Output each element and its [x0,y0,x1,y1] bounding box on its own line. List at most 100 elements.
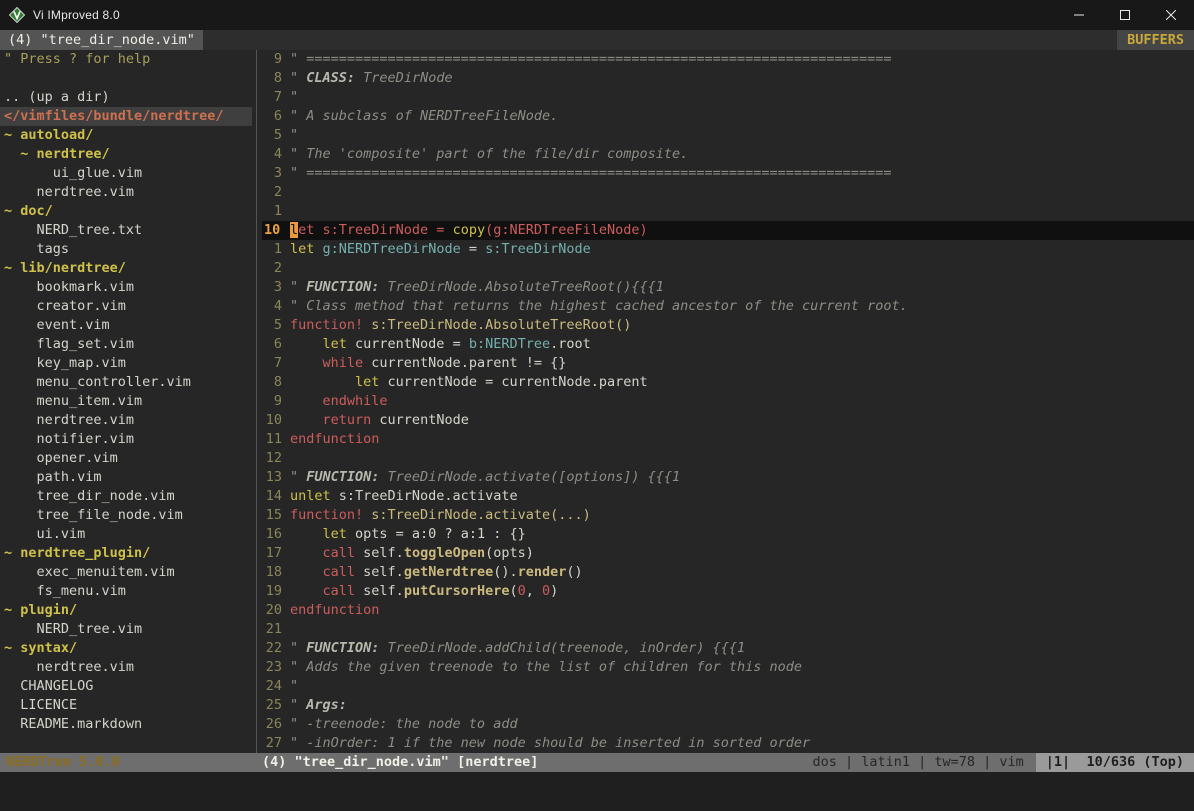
code-line[interactable]: 7" [262,88,1194,107]
code-line[interactable]: 19 call self.putCursorHere(0, 0) [262,582,1194,601]
nerdtree-file-item[interactable]: tags [0,240,252,259]
code-line[interactable]: 9" =====================================… [262,50,1194,69]
nerdtree-file-item[interactable]: menu_controller.vim [0,373,252,392]
code-line[interactable]: 11endfunction [262,430,1194,449]
line-number: 20 [262,601,290,620]
nerdtree-file-item[interactable]: exec_menuitem.vim [0,563,252,582]
nerdtree-file-item[interactable]: nerdtree.vim [0,183,252,202]
code-line[interactable]: 12 [262,449,1194,468]
code-line[interactable]: 20endfunction [262,601,1194,620]
nerdtree-up-item[interactable]: .. (up a dir) [0,88,252,107]
code-text: endfunction [290,601,1194,620]
nerdtree-file-item[interactable]: ui_glue.vim [0,164,252,183]
code-line[interactable]: 8" CLASS: TreeDirNode [262,69,1194,88]
code-text: " [290,126,1194,145]
code-line-current[interactable]: 10let s:TreeDirNode = copy(g:NERDTreeFil… [262,221,1194,240]
nerdtree-file-item[interactable]: notifier.vim [0,430,252,449]
code-line[interactable]: 6" A subclass of NERDTreeFileNode. [262,107,1194,126]
nerdtree-file-item[interactable]: bookmark.vim [0,278,252,297]
code-text [290,620,1194,639]
nerdtree-file-item[interactable]: CHANGELOG [0,677,252,696]
line-number: 10 [262,411,290,430]
line-number: 3 [262,164,290,183]
nerdtree-dir-item[interactable]: ~ lib/nerdtree/ [0,259,252,278]
code-line[interactable]: 22" FUNCTION: TreeDirNode.addChild(treen… [262,639,1194,658]
code-line[interactable]: 6 let currentNode = b:NERDTree.root [262,335,1194,354]
code-line[interactable]: 25" Args: [262,696,1194,715]
nerdtree-file-item[interactable]: flag_set.vim [0,335,252,354]
nerdtree-file-item[interactable]: NERD_tree.txt [0,221,252,240]
code-line[interactable]: 14unlet s:TreeDirNode.activate [262,487,1194,506]
minimize-button[interactable] [1056,0,1102,30]
nerdtree-file-item[interactable]: fs_menu.vim [0,582,252,601]
nerdtree-file-item[interactable]: tree_file_node.vim [0,506,252,525]
nerdtree-dir-item[interactable]: ~ syntax/ [0,639,252,658]
statusline-window-number: |1| [1046,754,1070,770]
line-number: 5 [262,316,290,335]
code-line[interactable]: 9 endwhile [262,392,1194,411]
nerdtree-file-item[interactable]: README.markdown [0,715,252,734]
code-text: let g:NERDTreeDirNode = s:TreeDirNode [290,240,1194,259]
nerdtree-file-item[interactable]: creator.vim [0,297,252,316]
code-line[interactable]: 21 [262,620,1194,639]
nerdtree-dir-item[interactable]: ~ nerdtree/ [0,145,252,164]
nerdtree-root-path[interactable]: </vimfiles/bundle/nerdtree/ [0,107,252,126]
code-line[interactable]: 1 [262,202,1194,221]
minimize-icon [1074,10,1084,20]
code-text: " FUNCTION: TreeDirNode.AbsoluteTreeRoot… [290,278,1194,297]
nerdtree-file-item[interactable]: key_map.vim [0,354,252,373]
code-line[interactable]: 2 [262,183,1194,202]
line-number: 1 [262,202,290,221]
nerdtree-file-item[interactable]: menu_item.vim [0,392,252,411]
line-number: 22 [262,639,290,658]
line-number: 9 [262,392,290,411]
nerdtree-file-item[interactable]: nerdtree.vim [0,658,252,677]
command-line[interactable] [0,772,1194,811]
code-line[interactable]: 23" Adds the given treenode to the list … [262,658,1194,677]
close-button[interactable] [1148,0,1194,30]
nerdtree-file-item[interactable]: ui.vim [0,525,252,544]
code-line[interactable]: 26" -treenode: the node to add [262,715,1194,734]
nerdtree-file-item[interactable]: tree_dir_node.vim [0,487,252,506]
code-line[interactable]: 3" =====================================… [262,164,1194,183]
code-line[interactable]: 4" Class method that returns the highest… [262,297,1194,316]
code-line[interactable]: 13" FUNCTION: TreeDirNode.activate([opti… [262,468,1194,487]
code-line[interactable]: 27" -inOrder: 1 if the new node should b… [262,734,1194,753]
nerdtree-dir-item[interactable]: ~ doc/ [0,202,252,221]
line-number: 25 [262,696,290,715]
statusline-fileinfo: dos | latin1 | tw=78 | vim [812,753,1035,772]
code-line[interactable]: 15function! s:TreeDirNode.activate(...) [262,506,1194,525]
nerdtree-dir-item[interactable]: ~ nerdtree_plugin/ [0,544,252,563]
code-line[interactable]: 16 let opts = a:0 ? a:1 : {} [262,525,1194,544]
code-line[interactable]: 4" The 'composite' part of the file/dir … [262,145,1194,164]
window-separator[interactable] [252,50,262,753]
code-line[interactable]: 2 [262,259,1194,278]
line-number: 5 [262,126,290,145]
code-line[interactable]: 1let g:NERDTreeDirNode = s:TreeDirNode [262,240,1194,259]
code-line[interactable]: 5" [262,126,1194,145]
code-line[interactable]: 24" [262,677,1194,696]
tab-tree-dir-node[interactable]: (4) "tree_dir_node.vim" [0,30,203,50]
code-text: call self.toggleOpen(opts) [290,544,1194,563]
nerdtree-file-item[interactable]: LICENCE [0,696,252,715]
maximize-button[interactable] [1102,0,1148,30]
window-titlebar: Vi IMproved 8.0 [0,0,1194,30]
nerdtree-file-item[interactable]: path.vim [0,468,252,487]
nerdtree-dir-item[interactable]: ~ plugin/ [0,601,252,620]
code-line[interactable]: 7 while currentNode.parent != {} [262,354,1194,373]
code-line[interactable]: 18 call self.getNerdtree().render() [262,563,1194,582]
nerdtree-dir-item[interactable]: ~ autoload/ [0,126,252,145]
code-text: while currentNode.parent != {} [290,354,1194,373]
code-line[interactable]: 3" FUNCTION: TreeDirNode.AbsoluteTreeRoo… [262,278,1194,297]
nerdtree-file-item[interactable]: nerdtree.vim [0,411,252,430]
nerdtree-file-item[interactable]: NERD_tree.vim [0,620,252,639]
code-line[interactable]: 17 call self.toggleOpen(opts) [262,544,1194,563]
code-line[interactable]: 8 let currentNode = currentNode.parent [262,373,1194,392]
code-text: " -treenode: the node to add [290,715,1194,734]
code-line[interactable]: 10 return currentNode [262,411,1194,430]
nerdtree-file-item[interactable]: opener.vim [0,449,252,468]
code-line[interactable]: 5function! s:TreeDirNode.AbsoluteTreeRoo… [262,316,1194,335]
buffers-label[interactable]: BUFFERS [1117,30,1194,50]
nerdtree-file-item[interactable]: event.vim [0,316,252,335]
line-number: 12 [262,449,290,468]
